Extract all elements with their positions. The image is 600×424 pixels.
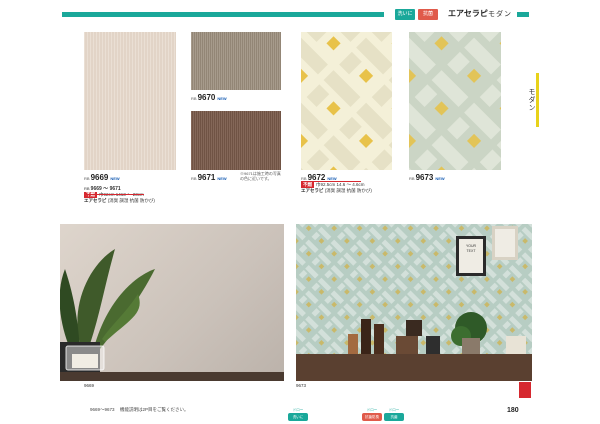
header-accent-bar-right <box>517 12 529 17</box>
swatch-9673[interactable] <box>409 32 501 170</box>
corner-red-tab <box>519 382 531 398</box>
header-badge-wash: 洗いに <box>395 9 415 20</box>
footer-note: 機能説明は2P目をご覧ください。 <box>120 407 189 412</box>
header-title: エアセラピ <box>448 9 488 18</box>
header-accent-bar <box>62 12 384 17</box>
spec-right-rule <box>301 181 361 182</box>
caption-9669: 9669 <box>84 383 95 388</box>
code-9671: RB9671 NEW <box>191 173 227 182</box>
spec-right: 不燃 巾92.5cm 14.6 ～ 4.6cm エアセラピ (消臭 調湿 抗菌 防… <box>301 182 372 193</box>
header-subtitle: モダン <box>488 11 512 18</box>
room-illustration <box>296 224 532 381</box>
caption-9673: 9673 <box>296 383 307 388</box>
spec-left: RB 9669 ～ 9671 不燃巾92cm 1413 ～ 23cm エアセラピ… <box>84 186 155 203</box>
code-9669: RB9669 NEW <box>84 173 120 182</box>
note-9671: ※9671は施工時の写真 の色に近いです。 <box>240 171 281 181</box>
pattern-9673 <box>409 32 501 170</box>
header-badge-antibacterial: 抗菌 <box>418 9 438 20</box>
footer-icon-wash: ドロー 洗いに <box>288 408 308 421</box>
swatch-9671[interactable] <box>191 111 281 170</box>
room-photo-9673: YOUR TEXT <box>296 224 532 381</box>
swatch-9669[interactable] <box>84 32 176 170</box>
side-tab-modern[interactable]: モダン <box>527 73 539 127</box>
plant-illustration <box>60 249 284 381</box>
footer-icon-deodorant: ドロー 抗菌防臭 <box>362 408 382 421</box>
code-9670: RB9670 NEW <box>191 93 227 102</box>
swatch-9670[interactable] <box>191 32 281 90</box>
code-9673: RB9673 NEW <box>409 173 445 182</box>
footer-codes: 9669～9673 <box>90 407 115 412</box>
page-number: 180 <box>507 407 519 414</box>
spec-left-rule <box>84 194 144 195</box>
pattern-9672 <box>301 32 392 170</box>
room-photo-9669 <box>60 224 284 381</box>
swatch-9672[interactable] <box>301 32 392 170</box>
footer-icon-antibacterial: ドロー 抗菌 <box>384 408 404 421</box>
frame-sign: YOUR TEXT <box>465 244 477 253</box>
